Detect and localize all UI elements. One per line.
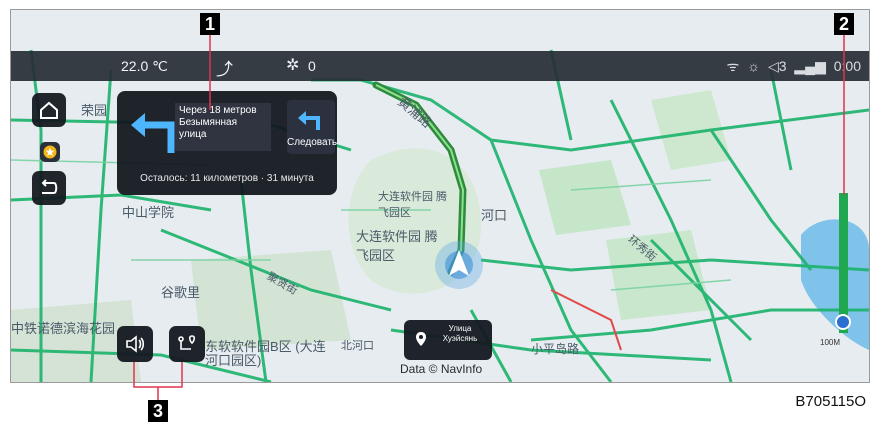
location-pin-icon [416,332,426,346]
scale-label: 100M [820,338,841,347]
wifi-icon: ᯤ [726,58,740,74]
callout-3-lines [133,362,183,400]
follow-turn-icon [298,111,320,130]
map-label-zhongshan-college: 中山学院 [122,205,175,220]
route-overview-button[interactable] [169,326,205,362]
callout-2-line [843,35,845,195]
fan-icon: ✲ [286,57,300,74]
poi-card[interactable]: Улица Хуэйсянь [404,320,492,360]
remaining-distance-text: Осталось: 11 километров · 31 минута [140,173,314,184]
callout-2: 2 [834,13,854,35]
seat-heat-icon: ⤴ [216,60,233,79]
map-label-hekou: 河口 [481,208,508,223]
callout-3: 3 [148,400,168,422]
follow-label: Следовать [287,137,338,148]
poi-name: Улица Хуэйсянь [442,324,478,343]
data-credit: Data © NavInfo [400,362,483,376]
voice-guidance-button[interactable] [117,326,153,362]
sun-icon: ☼ [747,58,761,74]
volume-text: ◁3 [767,58,787,74]
back-button[interactable] [32,171,66,205]
status-icons: ᯤ ☼ ◁3 ▂▄▆ 0:00 [723,57,861,76]
home-button[interactable] [32,93,66,127]
map-label-dongruan-park: 东软软件园B区 (大连河口园区) [205,339,326,368]
signal-icon: ▂▄▆ [794,58,826,74]
map-label-software-park-big: 大连软件园 腾飞园区 [356,229,438,263]
map-label-xiaoping-road: 小平岛路 [531,342,580,356]
turn-instruction-text: Через 18 метров Безымянная улица [175,103,271,151]
map-label-sinotrans-garden: 中铁诺德滨海花园 [11,321,116,336]
callout-1-line [209,35,211,110]
map-label-rongyuan: 荣园 [81,103,108,118]
status-bar: 22.0 ℃ ⤴ ✲ 0 ᯤ ☼ ◁3 ▂▄▆ 0:00 [11,51,869,81]
map-label-north-river: 北河口 [341,340,374,352]
back-arrow-icon [41,179,58,194]
navigation-screen: 黄浦路 大连软件园 腾飞园区 大连软件园 腾飞园区 中山学院 谷歌里 河口 荣园… [10,9,870,383]
callout-1: 1 [200,13,220,35]
follow-button[interactable]: Следовать [287,100,338,154]
turn-left-icon [131,113,175,153]
temperature-text: 22.0 ℃ [121,58,168,74]
favorites-button[interactable] [40,142,60,162]
home-icon [40,101,58,119]
map-label-gugeli: 谷歌里 [161,285,201,300]
figure-code: B705115O [795,393,866,410]
navigation-guidance-card: Через 18 метров Безымянная улица Следова… [117,91,337,195]
clock-text: 0:00 [833,58,861,74]
star-icon [43,145,57,159]
route-icon [178,335,196,350]
fan-level-text: 0 [308,58,316,74]
map-label-software-park-area: 大连软件园 腾飞园区 [378,191,448,219]
speaker-icon [126,335,145,353]
